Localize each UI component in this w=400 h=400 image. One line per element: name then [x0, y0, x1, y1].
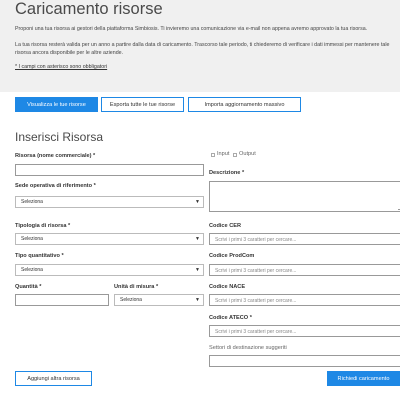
unit-select-value: Seleziona	[120, 297, 142, 303]
input-checkbox[interactable]	[211, 153, 215, 157]
resource-type-select-value: Seleziona	[21, 236, 43, 242]
page-title: Caricamento risorse	[15, 0, 163, 18]
ateco-code-label: Codice ATECO *	[209, 315, 252, 321]
chevron-down-icon: ▼	[195, 297, 200, 303]
prodcom-code-input[interactable]: Scrivi i primi 3 caratteri per cercare..…	[209, 264, 400, 276]
prodcom-code-placeholder: Scrivi i primi 3 caratteri per cercare..…	[215, 267, 297, 274]
chevron-down-icon: ▼	[195, 236, 200, 242]
output-checkbox[interactable]	[233, 153, 237, 157]
resource-type-select[interactable]: Seleziona ▼	[15, 233, 204, 245]
validity-note: La tua risorsa resterà valida per un ann…	[15, 42, 390, 56]
prodcom-code-label: Codice ProdCom	[209, 253, 255, 259]
ateco-code-placeholder: Scrivi i primi 3 caratteri per cercare..…	[215, 328, 297, 335]
quantity-type-select[interactable]: Seleziona ▼	[15, 264, 204, 276]
unit-select[interactable]: Seleziona ▼	[114, 294, 204, 306]
unit-label: Unità di misura *	[114, 284, 159, 290]
view-resources-button[interactable]: Visualizza le tue risorse	[15, 97, 98, 112]
site-select[interactable]: Seleziona ▼	[15, 196, 204, 208]
required-fields-note: * I campi con asterisco sono obbligatori	[15, 64, 108, 70]
description-textarea[interactable]	[209, 181, 400, 212]
add-resource-button[interactable]: Aggiungi altra risorsa	[15, 371, 92, 386]
target-sectors-input[interactable]	[209, 355, 400, 367]
site-label: Sede operativa di riferimento *	[15, 183, 96, 189]
chevron-down-icon: ▼	[195, 267, 200, 273]
intro-text: Proponi una tua risorsa ai gestori della…	[15, 26, 368, 32]
input-checkbox-label: Input	[217, 151, 230, 157]
output-checkbox-label: Output	[239, 151, 256, 157]
request-upload-button[interactable]: Richiedi caricamento	[327, 371, 400, 386]
quantity-label: Quantità *	[15, 284, 42, 290]
ateco-code-input[interactable]: Scrivi i primi 3 caratteri per cercare..…	[209, 325, 400, 337]
resource-type-label: Tipologia di risorsa *	[15, 223, 71, 229]
cer-code-input[interactable]: Scrivi i primi 3 caratteri per cercare..…	[209, 233, 400, 245]
resource-name-input[interactable]	[15, 164, 204, 176]
bulk-import-button[interactable]: Importa aggiornamento massivo	[188, 97, 301, 112]
form-title: Inserisci Risorsa	[15, 130, 104, 144]
site-select-value: Seleziona	[21, 199, 43, 205]
resource-name-label: Risorsa (nome commerciale) *	[15, 153, 96, 159]
nace-code-input[interactable]: Scrivi i primi 3 caratteri per cercare..…	[209, 294, 400, 306]
quantity-type-label: Tipo quantitativo *	[15, 253, 64, 259]
nace-code-label: Codice NACE	[209, 284, 246, 290]
export-resources-button[interactable]: Esporta tutte le tue risorse	[101, 97, 184, 112]
target-sectors-label: Settori di destinazione suggeriti	[209, 345, 287, 351]
cer-code-placeholder: Scrivi i primi 3 caratteri per cercare..…	[215, 236, 297, 243]
chevron-down-icon: ▼	[195, 199, 200, 205]
quantity-type-select-value: Seleziona	[21, 267, 43, 273]
description-label: Descrizione *	[209, 170, 245, 176]
quantity-input[interactable]	[15, 294, 109, 306]
nace-code-placeholder: Scrivi i primi 3 caratteri per cercare..…	[215, 297, 297, 304]
cer-code-label: Codice CER	[209, 223, 242, 229]
